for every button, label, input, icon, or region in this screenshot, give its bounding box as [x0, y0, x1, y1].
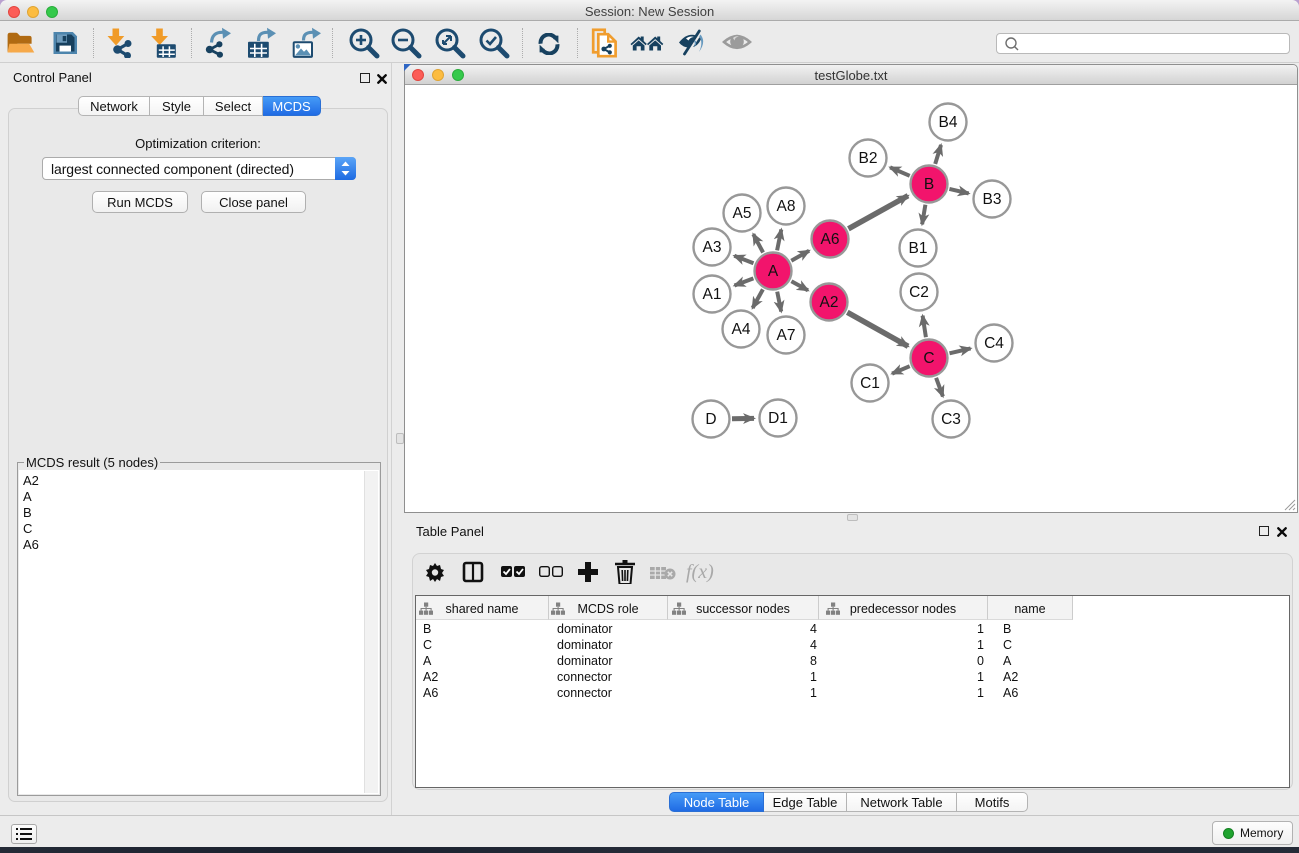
svg-text:B3: B3: [983, 191, 1002, 208]
svg-text:C3: C3: [941, 411, 961, 428]
svg-text:A5: A5: [733, 205, 752, 222]
svg-text:A7: A7: [777, 327, 796, 344]
svg-text:C1: C1: [860, 375, 880, 392]
svg-text:A2: A2: [820, 294, 839, 311]
svg-text:D: D: [705, 411, 716, 428]
svg-text:B2: B2: [859, 150, 878, 167]
svg-text:A: A: [768, 263, 779, 280]
svg-text:C: C: [923, 350, 934, 367]
svg-text:A6: A6: [821, 231, 840, 248]
svg-text:A4: A4: [732, 321, 751, 338]
svg-text:C2: C2: [909, 284, 929, 301]
svg-text:A3: A3: [703, 239, 722, 256]
svg-text:C4: C4: [984, 335, 1004, 352]
svg-text:B1: B1: [909, 240, 928, 257]
svg-text:B4: B4: [939, 114, 958, 131]
svg-text:A8: A8: [777, 198, 796, 215]
svg-text:D1: D1: [768, 410, 788, 427]
svg-text:B: B: [924, 176, 934, 193]
svg-text:A1: A1: [703, 286, 722, 303]
